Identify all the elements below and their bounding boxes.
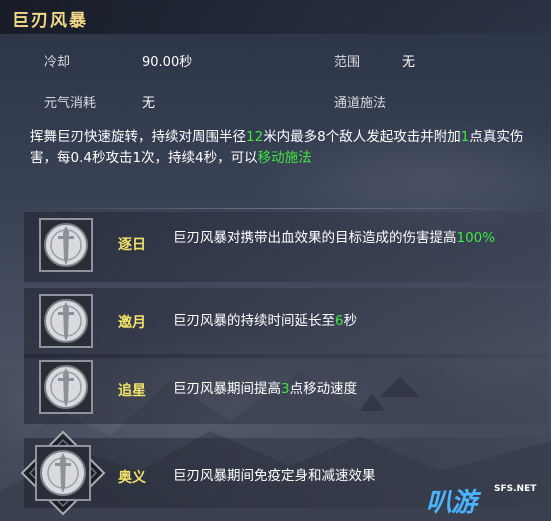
sword-medallion-icon — [39, 360, 93, 414]
divider — [20, 208, 540, 209]
talent-value: 3 — [281, 381, 290, 397]
talent-name: 追星 — [118, 383, 146, 399]
range-value: 无 — [402, 55, 416, 70]
talent-name: 奥义 — [118, 470, 146, 486]
sword-medallion-icon — [39, 218, 93, 272]
talent-description: 巨刃风暴期间提高3点移动速度 — [173, 381, 358, 397]
desc-part-1: 挥舞巨刃快速旋转，持续对周围半径 — [30, 129, 246, 145]
desc-radius-value: 12 — [246, 129, 264, 145]
talent-name: 邀月 — [118, 315, 146, 331]
cooldown-label: 冷却 — [44, 55, 71, 70]
channel-cast-label: 通道施法 — [334, 96, 387, 111]
talent-row-zhuixing[interactable]: 追星 巨刃风暴期间提高3点移动速度 — [24, 354, 548, 424]
title-bar: 巨刃风暴 — [0, 0, 551, 34]
cooldown-value: 90.00秒 — [142, 55, 193, 70]
sword-medallion-icon — [39, 294, 93, 348]
energy-cost-value: 无 — [142, 96, 156, 111]
skill-description: 挥舞巨刃快速旋转，持续对周围半径12米内最多8个敌人发起攻击并附加1点真实伤害，… — [30, 127, 530, 169]
range-label: 范围 — [334, 55, 361, 70]
watermark-sub-text: SFS.NET — [494, 484, 537, 494]
talent-row-zhuri[interactable]: 逐日 巨刃风暴对携带出血效果的目标造成的伤害提高100% — [24, 212, 548, 282]
energy-cost-label: 元气消耗 — [44, 96, 97, 111]
desc-part-2: 米内最多8个敌人发起攻击并附加 — [263, 129, 461, 145]
talent-description: 巨刃风暴对携带出血效果的目标造成的伤害提高100% — [173, 230, 496, 246]
talent-name: 逐日 — [118, 237, 146, 253]
talent-value: 6 — [335, 313, 344, 329]
skill-title: 巨刃风暴 — [12, 11, 88, 31]
talent-value: 100% — [456, 230, 496, 246]
watermark-main-text: 叭游 — [426, 488, 477, 518]
move-cast-link[interactable]: 移动施法 — [258, 150, 312, 166]
talent-description: 巨刃风暴的持续时间延长至6秒 — [173, 313, 358, 329]
ultimate-talent-icon[interactable] — [20, 430, 106, 516]
talent-row-yaoyue[interactable]: 邀月 巨刃风暴的持续时间延长至6秒 — [24, 288, 548, 358]
site-watermark-logo: 叭游 SFS.NET — [420, 478, 551, 521]
